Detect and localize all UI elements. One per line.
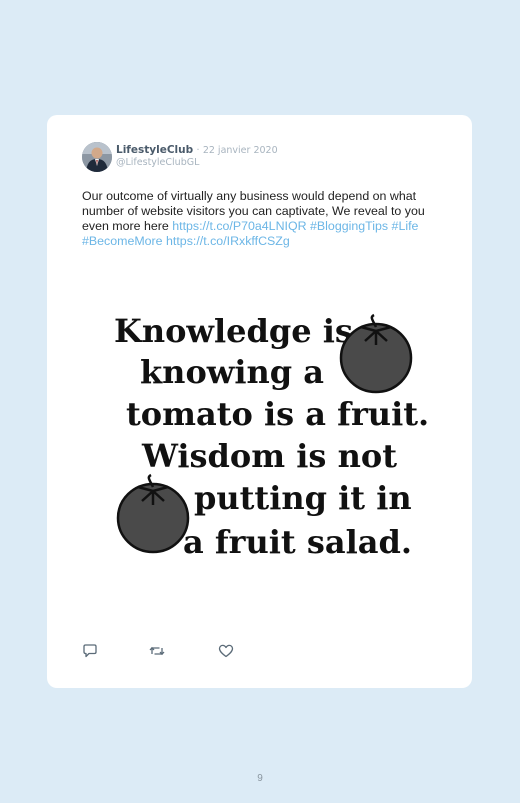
- tweet-link-2[interactable]: https://t.co/IRxkffCSZg: [166, 234, 290, 248]
- tweet-text: Our outcome of virtually any business wo…: [82, 189, 442, 249]
- tweet-date[interactable]: 22 janvier 2020: [203, 145, 278, 156]
- quote-line-6: a fruit salad.: [183, 523, 412, 561]
- quote-line-3: tomato is a fruit.: [126, 395, 429, 433]
- tweet-header: LifestyleClub · 22 janvier 2020 @Lifesty…: [82, 142, 442, 174]
- page-number: 9: [257, 773, 263, 784]
- quote-line-4: Wisdom is not: [141, 437, 397, 475]
- reply-icon: [83, 644, 97, 658]
- user-handle[interactable]: @LifestyleClubGL: [116, 157, 278, 168]
- retweet-icon: [149, 646, 165, 656]
- author-info: LifestyleClub · 22 janvier 2020 @Lifesty…: [116, 144, 278, 168]
- quote-line-5: putting it in: [194, 479, 412, 517]
- retweet-button[interactable]: [149, 643, 165, 659]
- display-name[interactable]: LifestyleClub: [116, 144, 193, 156]
- avatar-image: [82, 142, 112, 172]
- reply-button[interactable]: [82, 643, 98, 659]
- tweet-link-1[interactable]: https://t.co/P70a4LNIQR: [172, 219, 306, 233]
- hashtag-bloggingtips[interactable]: #BloggingTips: [310, 219, 388, 233]
- hashtag-becomemore[interactable]: #BecomeMore: [82, 234, 163, 248]
- hashtag-life[interactable]: #Life: [392, 219, 419, 233]
- separator: ·: [196, 145, 200, 156]
- heart-icon: [218, 644, 234, 658]
- tweet-card: LifestyleClub · 22 janvier 2020 @Lifesty…: [47, 115, 472, 688]
- tweet-actions: [82, 643, 282, 659]
- tweet-image[interactable]: Knowledge is knowing a tomato is a fruit…: [82, 297, 432, 577]
- avatar[interactable]: [82, 142, 112, 172]
- quote-image: Knowledge is knowing a tomato is a fruit…: [82, 297, 432, 577]
- quote-line-1: Knowledge is: [114, 312, 353, 350]
- quote-line-2: knowing a: [140, 353, 324, 391]
- like-button[interactable]: [218, 643, 234, 659]
